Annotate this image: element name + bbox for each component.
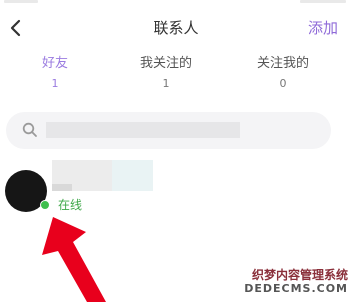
redaction-block [112,160,153,191]
tab-count: 0 [279,77,287,90]
online-status-dot [40,200,50,210]
tab-label: 好友 [41,56,68,71]
search-icon [22,122,37,137]
watermark: 织梦内容管理系统 DEDECMS.COM [238,268,348,296]
watermark-line: DEDECMS.COM [244,282,348,295]
contact-status: 在线 [58,198,83,212]
tab-following[interactable]: 我关注的 1 [111,56,221,91]
add-button[interactable]: 添加 [308,17,338,38]
redaction-block [52,184,72,191]
tab-label: 我关注的 [139,56,192,71]
contact-tabs: 好友 1 我关注的 1 关注我的 0 [0,56,352,100]
tab-label: 关注我的 [256,56,309,71]
search-placeholder-redacted [46,122,240,138]
nav-bar: 联系人 添加 [0,8,352,48]
watermark-line: 织梦内容管理系统 [251,268,348,282]
tab-followers[interactable]: 关注我的 0 [228,56,338,91]
status-bar [0,0,352,8]
contact-name-redacted [52,160,153,191]
status-bar-blur [4,0,38,3]
tab-friends[interactable]: 好友 1 [0,56,110,91]
search-bar[interactable] [6,112,331,149]
tab-count: 1 [162,77,170,90]
contact-row[interactable]: 在线 [0,160,352,220]
page-title: 联系人 [153,19,199,37]
arrow-annotation-icon [42,217,106,302]
status-bar-blur [300,0,346,3]
tab-count: 1 [51,77,59,90]
